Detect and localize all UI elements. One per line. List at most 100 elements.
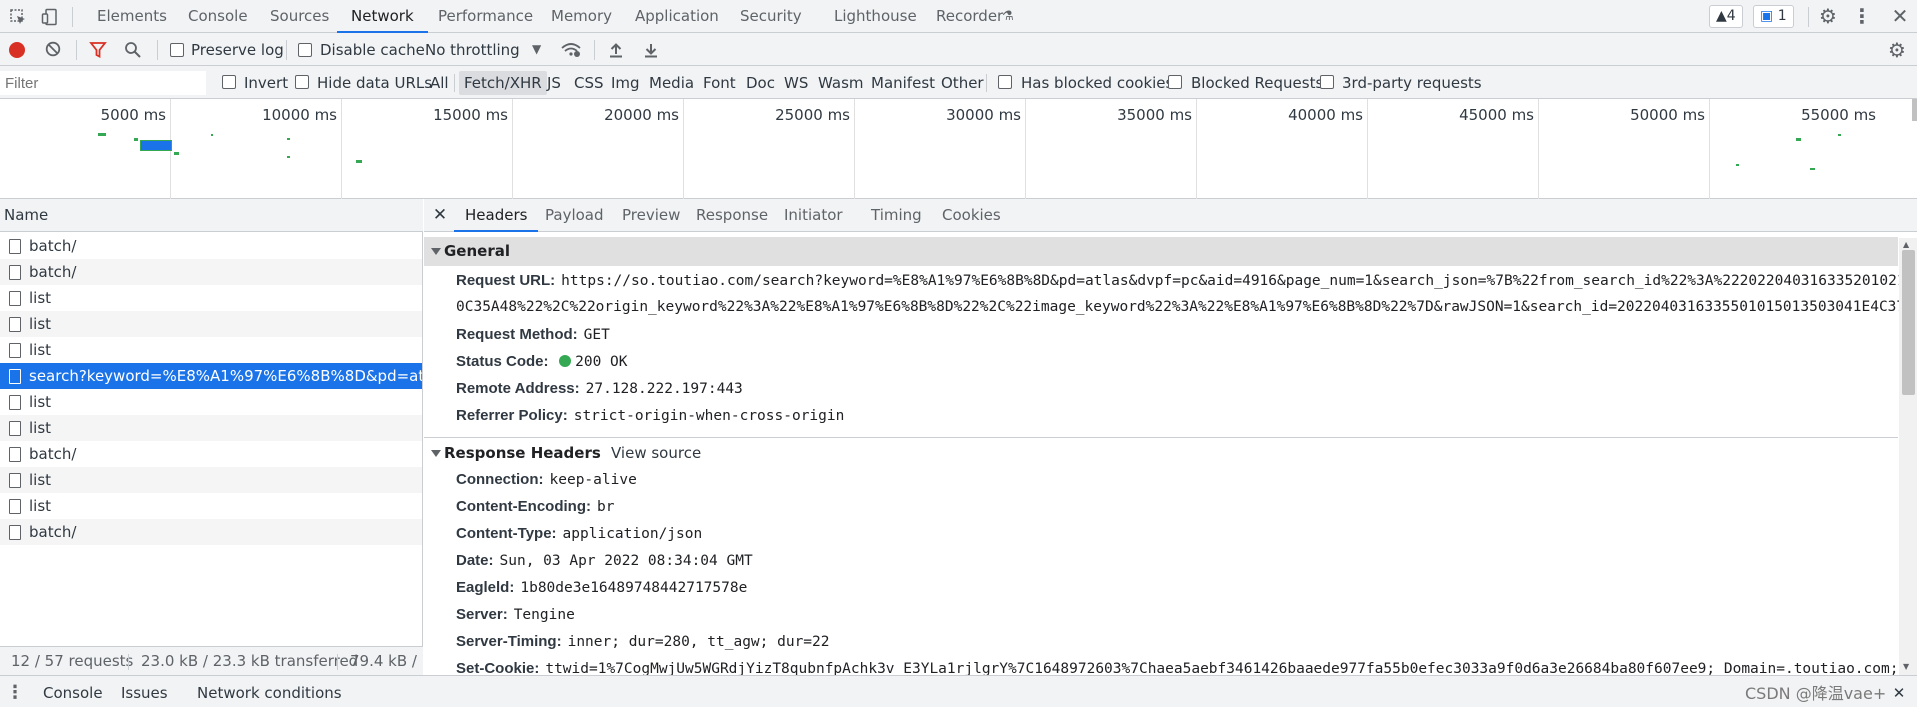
header-value: Tengine — [513, 607, 575, 623]
request-row[interactable]: list — [0, 493, 422, 519]
detail-scrollbar-thumb[interactable] — [1902, 250, 1915, 395]
filter-funnel-icon[interactable] — [87, 39, 109, 61]
throttling-select[interactable]: No throttling — [425, 41, 520, 59]
filter-type-other[interactable]: Other — [941, 74, 984, 92]
search-icon[interactable] — [122, 39, 144, 61]
filter-type-js[interactable]: JS — [547, 74, 561, 92]
request-row[interactable]: list — [0, 285, 422, 311]
request-row[interactable]: batch/ — [0, 441, 422, 467]
filter-input[interactable] — [0, 71, 206, 95]
request-row[interactable]: list — [0, 311, 422, 337]
header-key: Content-Type: — [456, 525, 557, 542]
request-row[interactable]: list — [0, 337, 422, 363]
header-value: inner; dur=280, tt_agw; dur=22 — [567, 634, 830, 650]
blocked-requests-checkbox[interactable] — [1168, 75, 1182, 89]
filter-type-font[interactable]: Font — [703, 74, 736, 92]
messages-badge[interactable]: ▣ 1 — [1753, 5, 1794, 28]
request-row[interactable]: list — [0, 389, 422, 415]
drawer-tab-console[interactable]: Console — [43, 676, 103, 707]
filter-type-fetch-xhr-active[interactable]: Fetch/XHR — [459, 71, 547, 95]
filter-type-all[interactable]: All — [430, 74, 449, 92]
drawer-menu-icon[interactable]: ⋮ — [6, 682, 24, 703]
export-har-icon[interactable] — [640, 39, 662, 61]
warnings-badge[interactable]: ▲4 — [1709, 5, 1743, 28]
header-value: application/json — [562, 526, 703, 542]
request-row[interactable]: list — [0, 415, 422, 441]
tab-headers[interactable]: Headers — [454, 199, 539, 232]
tab-console[interactable]: Console — [174, 0, 262, 33]
close-devtools-icon[interactable]: ✕ — [1888, 4, 1912, 28]
tab-lighthouse[interactable]: Lighthouse — [820, 0, 931, 33]
filter-type-css[interactable]: CSS — [574, 74, 604, 92]
request-row[interactable]: list — [0, 467, 422, 493]
warning-icon: ▲ — [1716, 8, 1727, 24]
tab-performance[interactable]: Performance — [424, 0, 547, 33]
filter-type-wasm[interactable]: Wasm — [818, 74, 864, 92]
header-value: ttwid=1%7CogMwjUw5WGRdjYizT8qubnfpAchk3v… — [545, 661, 1917, 675]
disable-cache-checkbox[interactable] — [298, 43, 312, 57]
xhr-file-icon — [9, 473, 21, 488]
general-section-header[interactable]: General — [424, 237, 1898, 266]
inspect-element-icon[interactable] — [6, 5, 30, 29]
drawer-tab-network-conditions[interactable]: Network conditions — [197, 676, 342, 707]
tab-cookies[interactable]: Cookies — [931, 199, 1012, 232]
response-header-row: Connection: keep-alive — [456, 471, 637, 488]
tab-elements[interactable]: Elements — [83, 0, 181, 33]
close-detail-icon[interactable]: ✕ — [430, 205, 450, 225]
xhr-file-icon — [9, 239, 21, 254]
scroll-up-arrow-icon[interactable]: ▲ — [1903, 240, 1909, 249]
more-options-icon[interactable]: ⋮ — [1850, 4, 1874, 28]
timeline-overview[interactable]: 5000 ms 10000 ms 15000 ms 20000 ms 25000… — [0, 99, 1917, 199]
import-har-icon[interactable] — [605, 39, 627, 61]
view-source-link[interactable]: View source — [611, 439, 701, 468]
close-drawer-icon[interactable]: ✕ — [1890, 684, 1908, 702]
scroll-down-arrow-icon[interactable]: ▼ — [1903, 662, 1909, 671]
waterfall-mark — [287, 156, 290, 158]
network-conditions-icon[interactable] — [559, 39, 583, 61]
tab-response[interactable]: Response — [685, 199, 779, 232]
drawer-tab-issues[interactable]: Issues — [121, 676, 168, 707]
record-button[interactable] — [9, 42, 25, 58]
network-settings-gear-icon[interactable]: ⚙ — [1885, 38, 1909, 62]
timeline-scrollbar[interactable] — [1912, 99, 1917, 121]
filter-type-media[interactable]: Media — [649, 74, 694, 92]
name-column-header[interactable]: Name — [0, 199, 423, 232]
filter-type-img[interactable]: Img — [611, 74, 640, 92]
tab-security[interactable]: Security — [726, 0, 816, 33]
request-row[interactable]: batch/ — [0, 519, 422, 545]
response-headers-section-header[interactable]: Response Headers View source — [424, 439, 1898, 468]
hide-data-urls-checkbox[interactable] — [295, 75, 309, 89]
device-toolbar-icon[interactable] — [38, 5, 62, 29]
tab-application[interactable]: Application — [621, 0, 733, 33]
section-divider — [424, 437, 1898, 438]
expand-triangle-icon — [431, 450, 441, 457]
filter-type-manifest[interactable]: Manifest — [871, 74, 935, 92]
has-blocked-cookies-checkbox[interactable] — [998, 75, 1012, 89]
waterfall-mark — [98, 133, 106, 136]
preserve-log-checkbox[interactable] — [170, 43, 184, 57]
request-row[interactable]: batch/ — [0, 259, 422, 285]
tab-timing[interactable]: Timing — [860, 199, 933, 232]
settings-gear-icon[interactable]: ⚙ — [1816, 4, 1840, 28]
filter-type-ws[interactable]: WS — [784, 74, 808, 92]
tab-payload[interactable]: Payload — [534, 199, 615, 232]
tab-network[interactable]: Network — [337, 0, 428, 33]
tab-preview[interactable]: Preview — [611, 199, 691, 232]
clear-icon[interactable] — [43, 39, 63, 59]
tab-initiator[interactable]: Initiator — [773, 199, 854, 232]
chevron-down-icon[interactable]: ▼ — [532, 42, 541, 56]
tab-memory[interactable]: Memory — [537, 0, 626, 33]
xhr-file-icon — [9, 395, 21, 410]
xhr-file-icon — [9, 317, 21, 332]
third-party-requests-checkbox[interactable] — [1320, 75, 1334, 89]
remote-address-row: Remote Address: 27.128.222.197:443 — [456, 380, 743, 397]
tab-sources[interactable]: Sources — [256, 0, 343, 33]
filter-type-doc[interactable]: Doc — [746, 74, 775, 92]
request-row[interactable]: batch/ — [0, 233, 422, 259]
request-list-pane: Name batch/ batch/ list list list search… — [0, 199, 423, 675]
response-header-row: Server-Timing: inner; dur=280, tt_agw; du… — [456, 633, 830, 650]
request-row-selected[interactable]: search?keyword=%E8%A1%97%E6%8B%8D&pd=atl… — [0, 363, 422, 389]
waterfall-mark — [174, 152, 179, 155]
network-toolbar: Preserve log Disable cache No throttling… — [0, 33, 1917, 66]
invert-checkbox[interactable] — [222, 75, 236, 89]
